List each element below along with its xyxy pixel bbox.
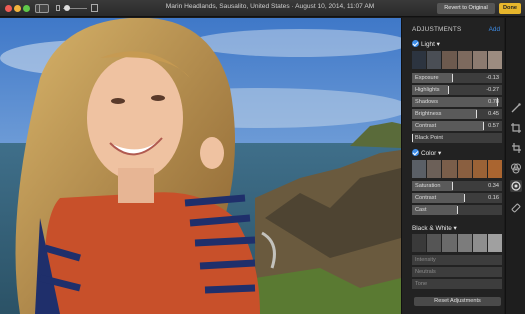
slider-label: Neutrals <box>415 268 436 275</box>
slider-value: 0.45 <box>488 110 499 117</box>
color-label: Color <box>421 150 437 157</box>
color-section-header[interactable]: Color ▾ <box>412 149 441 157</box>
color-thumbnail-strip[interactable] <box>412 160 503 178</box>
slider-value: 0.34 <box>488 182 499 189</box>
light-thumbnail[interactable] <box>442 51 457 69</box>
slider-label: Brightness <box>415 110 442 117</box>
color-thumbnail[interactable] <box>457 160 472 178</box>
adjustment-slider-neutrals[interactable]: Neutrals <box>412 267 502 277</box>
done-button[interactable]: Done <box>499 3 521 14</box>
checkmark-icon[interactable] <box>412 40 419 47</box>
slider-knob[interactable] <box>412 134 413 142</box>
adjustment-slider-intensity[interactable]: Intensity <box>412 255 502 265</box>
slider-label: Saturation <box>415 182 441 189</box>
zoom-window-button[interactable] <box>23 5 30 12</box>
light-thumbnail[interactable] <box>487 51 503 69</box>
zoom-slider[interactable] <box>63 5 87 11</box>
reset-adjustments-button[interactable]: Reset Adjustments <box>414 297 501 306</box>
magic-wand-icon[interactable] <box>510 102 522 114</box>
chevron-down-icon[interactable]: ▾ <box>452 225 457 232</box>
slider-knob[interactable] <box>464 194 465 202</box>
zoom-out-icon[interactable] <box>56 5 60 11</box>
light-section-header[interactable]: Light ▾ <box>412 40 440 48</box>
adjustment-slider-saturation[interactable]: Saturation 0.34 <box>412 181 502 191</box>
black-white-thumbnail-strip[interactable] <box>412 234 503 252</box>
color-thumbnail[interactable] <box>442 160 457 178</box>
bw-thumbnail[interactable] <box>457 234 472 252</box>
slider-label: Shadows <box>415 98 439 105</box>
retouch-icon[interactable] <box>510 202 522 214</box>
add-adjustment-button[interactable]: Add <box>489 26 500 33</box>
black-white-section-header[interactable]: Black & White ▾ <box>412 224 457 232</box>
light-thumbnail[interactable] <box>472 51 487 69</box>
bw-thumbnail[interactable] <box>442 234 457 252</box>
chevron-down-icon[interactable]: ▾ <box>436 150 441 157</box>
slider-label: Cast <box>415 206 427 213</box>
panel-title: ADJUSTMENTS <box>412 26 462 33</box>
title-bar: Marin Headlands, Sausalito, United State… <box>0 0 525 17</box>
slider-label: Tone <box>415 280 428 287</box>
slider-knob[interactable] <box>448 86 449 94</box>
bw-thumbnail[interactable] <box>427 234 442 252</box>
light-thumbnail[interactable] <box>457 51 472 69</box>
slider-value: -0.13 <box>486 74 499 81</box>
black-white-label: Black & White <box>412 225 452 232</box>
slider-knob[interactable] <box>452 182 453 190</box>
light-thumbnail[interactable] <box>412 51 427 69</box>
light-thumbnail[interactable] <box>427 51 442 69</box>
light-thumbnail-strip[interactable] <box>412 51 503 69</box>
adjustment-slider-cast[interactable]: Cast <box>412 205 502 215</box>
chevron-down-icon[interactable]: ▾ <box>435 41 440 48</box>
bw-thumbnail[interactable] <box>472 234 487 252</box>
sidebar-toggle-icon[interactable] <box>35 4 49 13</box>
slider-value: 0.57 <box>488 122 499 129</box>
crop-icon[interactable] <box>510 122 522 134</box>
slider-value: 0.16 <box>488 194 499 201</box>
slider-label: Contrast <box>415 122 437 129</box>
checkmark-icon[interactable] <box>412 149 419 156</box>
adjustment-slider-brightness[interactable]: Brightness 0.45 <box>412 109 502 119</box>
color-thumbnail[interactable] <box>427 160 442 178</box>
adjustment-slider-black-point[interactable]: Black Point <box>412 133 502 143</box>
zoom-slider-knob[interactable] <box>64 5 70 11</box>
slider-knob[interactable] <box>457 206 458 214</box>
zoom-in-icon[interactable] <box>91 4 98 12</box>
edit-tools-strip <box>505 18 525 314</box>
revert-to-original-button[interactable]: Revert to Original <box>437 3 495 14</box>
adjustment-slider-exposure[interactable]: Exposure -0.13 <box>412 73 502 83</box>
photo-image <box>0 18 401 314</box>
slider-label: Contrast <box>415 194 437 201</box>
adjustments-panel: ADJUSTMENTS Add Light ▾ Exposure -0.13 Hig… <box>401 18 504 314</box>
slider-value: -0.27 <box>486 86 499 93</box>
slider-knob[interactable] <box>476 110 477 118</box>
slider-label: Exposure <box>415 74 439 81</box>
photo-canvas[interactable] <box>0 18 401 314</box>
adjustment-slider-contrast[interactable]: Contrast 0.16 <box>412 193 502 203</box>
light-label: Light <box>421 41 435 48</box>
slider-value: 0.78 <box>488 98 499 105</box>
bw-thumbnail[interactable] <box>412 234 427 252</box>
close-window-button[interactable] <box>5 5 12 12</box>
adjustment-slider-shadows[interactable]: Shadows 0.78 <box>412 97 502 107</box>
slider-label: Highlights <box>415 86 440 93</box>
bw-thumbnail[interactable] <box>487 234 503 252</box>
slider-label: Black Point <box>415 134 443 141</box>
color-thumbnail[interactable] <box>472 160 487 178</box>
adjustment-slider-highlights[interactable]: Highlights -0.27 <box>412 85 502 95</box>
slider-knob[interactable] <box>483 122 484 130</box>
window-title: Marin Headlands, Sausalito, United State… <box>165 3 375 10</box>
adjustment-slider-contrast[interactable]: Contrast 0.57 <box>412 121 502 131</box>
adjust-icon[interactable] <box>510 180 522 192</box>
slider-label: Intensity <box>415 256 436 263</box>
adjustment-slider-tone[interactable]: Tone <box>412 279 502 289</box>
rotate-icon[interactable] <box>510 142 522 154</box>
color-thumbnail[interactable] <box>412 160 427 178</box>
filters-icon[interactable] <box>510 162 522 174</box>
color-thumbnail[interactable] <box>487 160 503 178</box>
minimize-window-button[interactable] <box>14 5 21 12</box>
slider-knob[interactable] <box>452 74 453 82</box>
